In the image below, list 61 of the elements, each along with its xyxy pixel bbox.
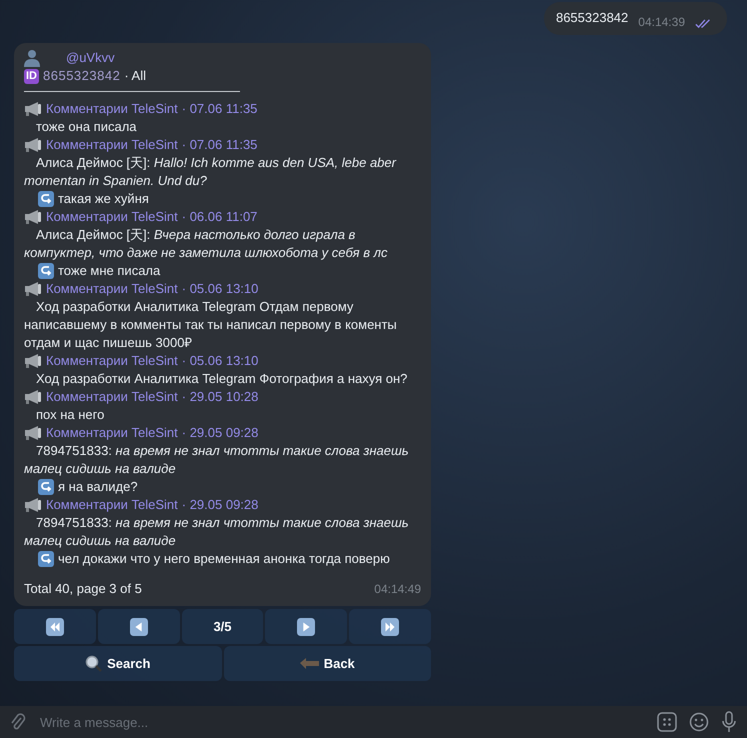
username-link[interactable]: @uVkvv xyxy=(66,49,115,67)
megaphone-icon xyxy=(24,425,42,441)
page-indicator-button[interactable]: 3/5 xyxy=(182,609,264,644)
reply-text: я на валиде? xyxy=(58,478,138,496)
comment-text: тоже она писала xyxy=(35,118,138,136)
comment-text: Ход разработки Аналитика Telegram Отдам первому написавшему в комменты так ты написал первому в коменты отдам и щас пишешь 3000₽ xyxy=(24,298,398,352)
message-time: 04:14:39 xyxy=(638,15,685,29)
message-input[interactable]: Write a message... xyxy=(38,714,645,730)
page-summary: Total 40, page 3 of 5 xyxy=(24,580,142,598)
source-link[interactable]: Комментарии TeleSint xyxy=(46,280,178,298)
megaphone-icon xyxy=(24,497,42,513)
source-link[interactable]: Комментарии TeleSint xyxy=(46,496,178,514)
source-link[interactable]: Комментарии TeleSint xyxy=(46,136,178,154)
reply-arrow-icon xyxy=(38,191,54,207)
user-silhouette-icon xyxy=(24,49,40,67)
megaphone-icon xyxy=(24,353,42,369)
comment-text: Ход разработки Аналитика Telegram Фотография а нахуя он? xyxy=(35,370,408,388)
comment-date: · 07.06 11:35 xyxy=(182,100,258,118)
reply-text: тоже мне писала xyxy=(58,262,160,280)
comment-date: · 06.06 11:07 xyxy=(182,208,258,226)
last-button[interactable] xyxy=(349,609,431,644)
source-link[interactable]: Комментарии TeleSint xyxy=(46,388,178,406)
back-button[interactable]: Back xyxy=(224,646,431,681)
megaphone-icon xyxy=(24,389,42,405)
emoji-icon[interactable] xyxy=(689,712,709,732)
megaphone-icon xyxy=(24,137,42,153)
reply-arrow-icon xyxy=(38,263,54,279)
reply-text: такая же хуйня xyxy=(58,190,149,208)
search-button[interactable]: Search xyxy=(14,646,222,681)
reply-text: чел докажи что у него временная анонка тогда поверю xyxy=(58,550,390,568)
comment-date: · 29.05 09:28 xyxy=(182,424,258,442)
source-link[interactable]: Комментарии TeleSint xyxy=(46,208,178,226)
back-arrow-icon xyxy=(300,656,320,670)
message-composer[interactable]: Write a message... xyxy=(0,706,747,738)
source-link[interactable]: Комментарии TeleSint xyxy=(46,100,178,118)
comment-date: · 05.06 13:10 xyxy=(182,280,258,298)
comment-date: · 07.06 11:35 xyxy=(182,136,258,154)
reply-arrow-icon xyxy=(38,551,54,567)
message-time: 04:14:49 xyxy=(374,581,421,598)
search-icon xyxy=(85,654,104,672)
quoted-comment: Алиса Деймос [天]: Hallo! Ich komme aus den USA, lebe aber momentan in Spanien. Und du? xyxy=(24,154,398,190)
comment-date: · 29.05 10:28 xyxy=(182,388,258,406)
filter-label: · All xyxy=(124,67,146,85)
message-text: 8655323842 xyxy=(556,10,628,27)
comment-date: · 29.05 09:28 xyxy=(182,496,258,514)
first-button[interactable] xyxy=(14,609,96,644)
next-button[interactable] xyxy=(265,609,348,644)
user-id: 8655323842 xyxy=(43,67,120,85)
reply-arrow-icon xyxy=(38,479,54,495)
source-link[interactable]: Комментарии TeleSint xyxy=(46,352,178,370)
comment-text: пох на него xyxy=(35,406,106,424)
source-link[interactable]: Комментарии TeleSint xyxy=(46,424,178,442)
microphone-icon[interactable] xyxy=(721,711,737,733)
prev-button[interactable] xyxy=(98,609,180,644)
id-badge: ID xyxy=(24,68,39,84)
megaphone-icon xyxy=(24,101,42,117)
paperclip-icon[interactable] xyxy=(10,712,26,732)
keyboard-grid-icon[interactable] xyxy=(657,712,677,732)
megaphone-icon xyxy=(24,209,42,225)
comment-date: · 05.06 13:10 xyxy=(182,352,258,370)
megaphone-icon xyxy=(24,281,42,297)
